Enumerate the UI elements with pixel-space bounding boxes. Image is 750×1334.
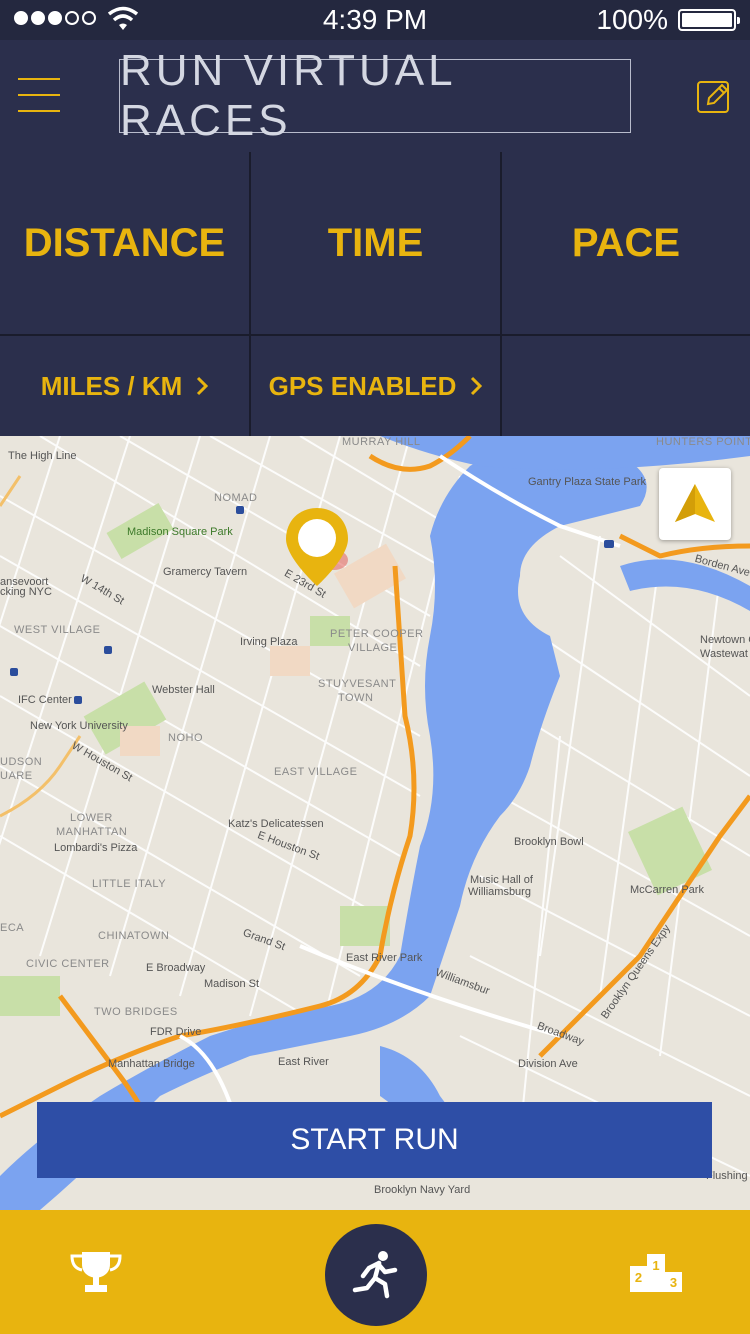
map-label: LOWER [70,812,113,824]
map-label: Williamsburg [468,886,531,898]
battery-percentage: 100% [596,4,668,35]
map-label: TWO BRIDGES [94,1006,178,1018]
runner-icon [352,1251,398,1299]
location-pin-icon[interactable] [284,506,350,590]
map-label: Madison St [204,978,260,990]
app-header: RUN VIRTUAL RACES [0,40,750,152]
map-label: UARE [0,770,33,782]
distance-label: DISTANCE [23,220,226,265]
battery-icon [678,9,740,31]
map-label: Music Hall of [470,874,533,886]
units-selector[interactable]: MILES / KM [0,336,249,436]
time-label: TIME [327,220,424,265]
map-label: New York University [30,720,128,732]
map-label: Madison Square Park [127,526,233,538]
map-label: STUYVESANT [318,678,397,690]
map-label: Manhattan Bridge [108,1058,195,1070]
map-label: MANHATTAN [56,826,128,838]
map-label: Division Ave [518,1058,578,1070]
map-label: cking NYC [0,586,52,598]
map-label: EAST VILLAGE [274,766,358,778]
pace-label: PACE [571,220,681,265]
map-label: HUNTERS POINT [656,436,750,448]
map-label: UDSON [0,756,43,768]
map-label: Gramercy Tavern [163,566,248,578]
podium-icon[interactable]: 2 1 3 [628,1250,684,1294]
map-label: Newtown C [700,634,750,646]
map-label: TOWN [338,692,374,704]
navigation-arrow-icon [675,484,715,522]
navigation-button[interactable] [659,468,731,540]
map-label: VILLAGE [348,642,398,654]
status-bar: 4:39 PM 100% [0,0,750,40]
map-label: LITTLE ITALY [92,878,167,890]
app-title: RUN VIRTUAL RACES [120,46,455,145]
divider [249,152,251,436]
units-label: MILES / KM [40,370,183,401]
empty-option-cell [502,336,750,436]
map-label: MURRAY HILL [342,436,421,448]
time-cell: TIME [251,152,500,334]
start-run-label: START RUN [290,1123,459,1156]
map-label: PETER COOPER [330,628,424,640]
map-label: Irving Plaza [240,636,298,648]
map-label: East River [278,1056,329,1068]
hamburger-icon [18,78,60,80]
bottom-tab-bar: 2 1 3 [0,1210,750,1334]
map-label: The High Line [8,450,77,462]
edit-icon[interactable] [696,78,732,114]
map-label: FDR Drive [150,1026,202,1038]
chevron-right-icon [197,376,209,396]
svg-text:1: 1 [652,1258,659,1273]
map-label: Wastewat [700,648,748,660]
map-label: ECA [0,922,25,934]
route-map[interactable]: The High Line MURRAY HILL HUNTERS POINT … [0,436,750,1210]
hamburger-menu-button[interactable] [18,78,62,114]
map-label: E Broadway [146,962,206,974]
svg-text:2: 2 [635,1270,642,1285]
map-label: IFC Center [18,694,72,706]
run-stats-panel: DISTANCE TIME PACE MILES / KM GPS ENABLE… [0,152,750,436]
map-label: McCarren Park [630,884,704,896]
map-label: NOMAD [214,492,258,504]
app-title-box: RUN VIRTUAL RACES [119,46,631,145]
pace-cell: PACE [502,152,750,334]
chevron-right-icon [471,376,483,396]
start-run-button[interactable]: START RUN [37,1102,712,1178]
map-label: Brooklyn Bowl [514,836,584,848]
map-label: NOHO [168,732,203,744]
map-label: CHINATOWN [98,930,170,942]
divider [500,152,502,436]
map-label: Webster Hall [152,684,215,696]
gps-selector[interactable]: GPS ENABLED [251,336,500,436]
gps-label: GPS ENABLED [268,370,457,401]
divider [0,334,750,336]
trophy-icon[interactable] [68,1250,124,1294]
map-label: Lombardi's Pizza [54,842,138,854]
svg-text:3: 3 [670,1275,677,1290]
map-label: East River Park [346,952,423,964]
map-label: CIVIC CENTER [26,958,110,970]
map-label: Gantry Plaza State Park [528,476,646,488]
map-label: Flushing [706,1170,748,1182]
distance-cell: DISTANCE [0,152,249,334]
map-label: Katz's Delicatessen [228,818,324,830]
map-label: WEST VILLAGE [14,624,101,636]
run-tab-button[interactable] [325,1224,427,1326]
map-label: Brooklyn Navy Yard [374,1184,471,1196]
